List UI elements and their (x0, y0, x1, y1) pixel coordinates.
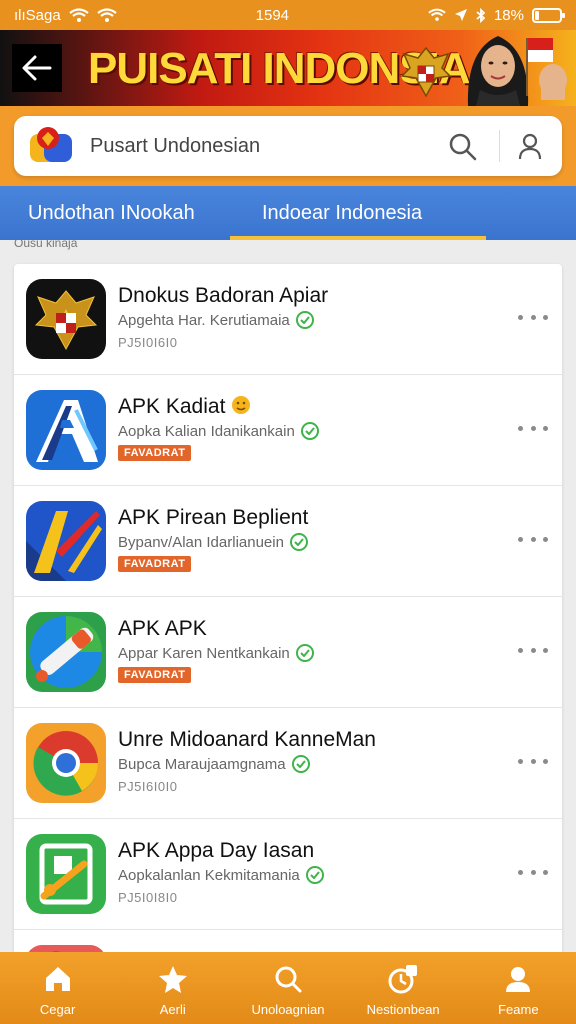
search-section (0, 106, 576, 186)
partial-app-icon (26, 945, 106, 952)
verified-check-icon (291, 755, 310, 773)
section-sub-label: Ousu kinaja (14, 240, 78, 250)
nav-label: Feame (498, 1002, 539, 1017)
verified-check-icon (295, 311, 314, 329)
list-item[interactable]: APK Pirean Beplient Bypanv/Alan Idarlian… (14, 486, 562, 597)
tab-bar: Undothan INookah Indoear Indonesia (0, 186, 576, 240)
list-item[interactable]: APK APK Appar Karen Nentkankain FAVADRAT (14, 597, 562, 708)
location-icon (454, 9, 467, 21)
app-title: APK Kadiat (118, 395, 251, 419)
nav-label: Aerli (159, 1002, 186, 1017)
nav-item-feame[interactable]: Feame (461, 952, 576, 1024)
header-banner: PUISATI INDONSIA (0, 30, 576, 106)
search-icon (275, 966, 302, 993)
nav-item-unoloagnian[interactable]: Unoloagnian (230, 952, 345, 1024)
bluetooth-icon (476, 7, 486, 23)
back-arrow-icon (22, 55, 52, 81)
app-meta: PJ5I0I8I0 (118, 890, 178, 905)
search-icon[interactable] (448, 132, 478, 162)
star-icon (158, 966, 187, 993)
app-subtitle-row: Appar Karen Nentkankain (118, 644, 314, 662)
nav-label: Unoloagnian (251, 1002, 325, 1017)
app-subtitle: Aopkalanlan Kekmitamania (118, 866, 300, 884)
hand-with-flag-icon (526, 38, 567, 100)
app-badge: FAVADRAT (118, 667, 192, 683)
pencil-app-icon (26, 612, 106, 692)
more-options-icon[interactable] (518, 524, 548, 554)
nav-item-cegar[interactable]: Cegar (0, 952, 115, 1024)
more-options-icon[interactable] (518, 746, 548, 776)
app-subtitle-row: Bypanv/Alan Idarlianuein (118, 533, 308, 551)
verified-check-icon (305, 866, 324, 884)
chrome-app-icon (26, 723, 106, 803)
app-subtitle: Apgehta Har. Kerutiamaia (118, 311, 290, 329)
more-options-icon[interactable] (518, 302, 548, 332)
carrier-label: ılıSaga (14, 6, 61, 24)
app-meta: PJ5I6I0I0 (118, 779, 178, 794)
app-badge: FAVADRAT (118, 445, 192, 461)
wifi-icon (97, 7, 117, 22)
garuda-emblem-icon (400, 46, 452, 98)
app-title: Unre Midoanard KanneMan (118, 728, 376, 751)
status-left: ılıSaga (14, 7, 117, 24)
app-subtitle-row: Apgehta Har. Kerutiamaia (118, 311, 314, 329)
green-tool-app-icon (26, 834, 106, 914)
app-title: APK Pirean Beplient (118, 506, 309, 529)
home-icon (45, 967, 70, 991)
blue-a-app-icon (26, 390, 106, 470)
emoji-badge-icon (232, 396, 251, 414)
tab-indonesia[interactable]: Indoear Indonesia (230, 186, 486, 240)
app-logo-icon (30, 127, 72, 162)
app-subtitle: Bypanv/Alan Idarlianuein (118, 533, 284, 551)
verified-check-icon (295, 644, 314, 662)
list-item[interactable]: Dnokus Badoran Apiar Apgehta Har. Keruti… (14, 264, 562, 375)
verified-check-icon (300, 422, 319, 440)
bottom-navigation: Cegar Aerli Unoloagnian Nestionbean Feam… (0, 952, 576, 1024)
search-bar (14, 116, 562, 176)
app-subtitle-row: Bupca Maraujaamgnama (118, 755, 310, 773)
verified-check-icon (289, 533, 308, 551)
app-meta: PJ5I0I6I0 (118, 335, 178, 350)
profile-icon (506, 967, 531, 992)
app-list: Dnokus Badoran Apiar Apgehta Har. Keruti… (14, 264, 562, 952)
wifi-icon (69, 7, 89, 22)
battery-fill (534, 10, 540, 20)
app-title: APK APK (118, 617, 207, 640)
back-button[interactable] (12, 44, 62, 92)
app-badge: FAVADRAT (118, 556, 192, 572)
search-divider (499, 130, 500, 162)
status-bar: ılıSaga 1594 18% (0, 0, 576, 30)
list-item[interactable]: APK Appa Day Iasan Aopkalanlan Kekmitama… (14, 819, 562, 930)
yellow-blue-app-icon (26, 501, 106, 581)
app-title: Dnokus Badoran Apiar (118, 284, 329, 307)
search-input[interactable] (90, 134, 420, 158)
clock: 1594 (255, 6, 290, 24)
battery-icon (531, 7, 565, 23)
nav-label: Nestionbean (366, 1002, 440, 1017)
nav-label: Cegar (39, 1002, 76, 1017)
more-options-icon[interactable] (518, 635, 548, 665)
notification-icon (388, 965, 418, 994)
app-subtitle-row: Aopkalanlan Kekmitamania (118, 866, 324, 884)
garuda-emblem-icon (26, 279, 106, 359)
nav-item-aerli[interactable]: Aerli (115, 952, 230, 1024)
nav-item-nestionbean[interactable]: Nestionbean (346, 952, 461, 1024)
battery-percent: 18% (493, 6, 524, 24)
more-options-icon[interactable] (518, 857, 548, 887)
app-subtitle: Appar Karen Nentkankain (118, 644, 290, 662)
list-item[interactable]: APK Kadiat Aopka Kalian Idanikankain FAV… (14, 375, 562, 486)
user-icon[interactable] (516, 131, 544, 161)
list-item-partial[interactable] (14, 930, 562, 952)
app-subtitle: Bupca Maraujaamgnama (118, 755, 286, 773)
list-item[interactable]: Unre Midoanard KanneMan Bupca Maraujaamg… (14, 708, 562, 819)
app-title: APK Appa Day Iasan (118, 839, 315, 862)
content-area: Ousu kinaja Dnokus Badoran Apiar Apgehta… (0, 240, 576, 952)
tab-undothan[interactable]: Undothan INookah (0, 186, 230, 240)
more-options-icon[interactable] (518, 413, 548, 443)
status-right: 18% (428, 6, 565, 24)
app-subtitle: Aopka Kalian Idanikankain (118, 422, 295, 440)
wifi-icon (428, 8, 446, 21)
app-subtitle-row: Aopka Kalian Idanikankain (118, 422, 319, 440)
